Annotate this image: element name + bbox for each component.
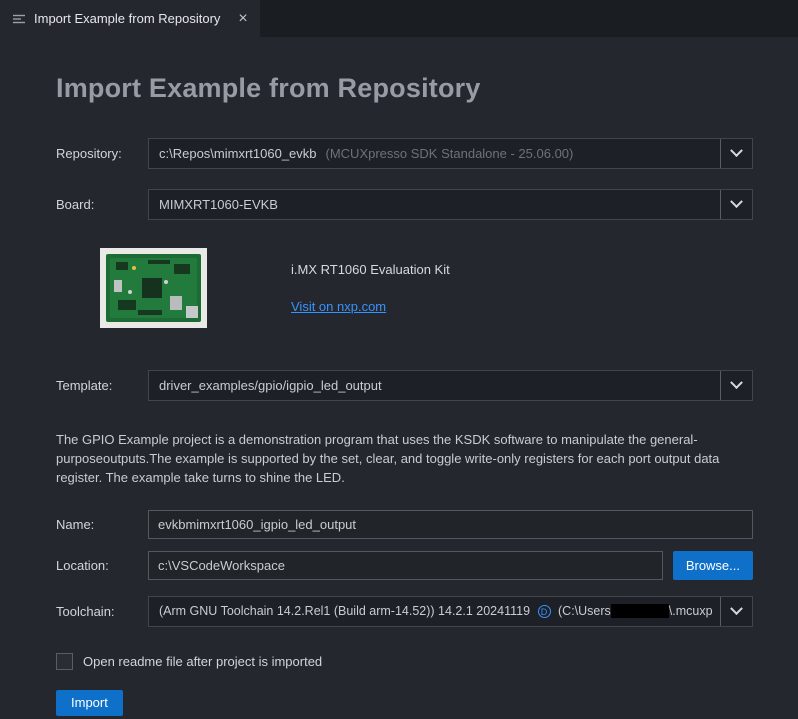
browse-button[interactable]: Browse... bbox=[673, 551, 753, 580]
board-description-block: i.MX RT1060 Evaluation Kit Visit on nxp.… bbox=[291, 248, 450, 316]
template-row: Template: driver_examples/gpio/igpio_led… bbox=[56, 370, 753, 401]
toolchain-label: Toolchain: bbox=[56, 604, 148, 619]
chevron-down-icon[interactable] bbox=[720, 139, 752, 168]
nxp-link[interactable]: Visit on nxp.com bbox=[291, 299, 386, 314]
name-input[interactable] bbox=[148, 510, 753, 539]
toolchain-value: (Arm GNU Toolchain 14.2.Rel1 (Build arm-… bbox=[159, 604, 713, 619]
template-dropdown[interactable]: driver_examples/gpio/igpio_led_output bbox=[148, 370, 753, 401]
board-row: Board: MIMXRT1060-EVKB bbox=[56, 189, 753, 220]
chevron-down-icon[interactable] bbox=[720, 371, 752, 400]
form-list-icon bbox=[12, 12, 26, 26]
name-label: Name: bbox=[56, 517, 148, 532]
toolchain-row: Toolchain: (Arm GNU Toolchain 14.2.Rel1 … bbox=[56, 596, 753, 627]
template-label: Template: bbox=[56, 378, 148, 393]
board-value: MIMXRT1060-EVKB bbox=[159, 197, 278, 212]
board-kit-name: i.MX RT1060 Evaluation Kit bbox=[291, 262, 450, 277]
example-description: The GPIO Example project is a demonstrat… bbox=[56, 431, 753, 488]
board-image bbox=[100, 248, 207, 328]
location-label: Location: bbox=[56, 558, 148, 573]
repository-label: Repository: bbox=[56, 146, 148, 161]
page-title: Import Example from Repository bbox=[56, 73, 753, 104]
repository-hint: (MCUXpresso SDK Standalone - 25.06.00) bbox=[326, 146, 574, 161]
location-row: Location: Browse... bbox=[56, 551, 753, 580]
repository-value: c:\Repos\mimxrt1060_evkb bbox=[159, 146, 317, 161]
tab-title: Import Example from Repository bbox=[34, 11, 220, 26]
chevron-down-icon[interactable] bbox=[720, 597, 752, 626]
readme-checkbox-row: Open readme file after project is import… bbox=[56, 653, 753, 670]
toolchain-info-icon: D bbox=[538, 605, 551, 618]
tab-import-example[interactable]: Import Example from Repository × bbox=[0, 0, 260, 37]
toolchain-dropdown[interactable]: (Arm GNU Toolchain 14.2.Rel1 (Build arm-… bbox=[148, 596, 753, 627]
tab-close-icon[interactable]: × bbox=[238, 11, 247, 27]
redacted-username bbox=[611, 604, 669, 618]
name-row: Name: bbox=[56, 510, 753, 539]
readme-checkbox-label: Open readme file after project is import… bbox=[83, 654, 322, 669]
readme-checkbox[interactable] bbox=[56, 653, 73, 670]
import-example-panel: Import Example from Repository Repositor… bbox=[0, 37, 798, 716]
tab-bar: Import Example from Repository × bbox=[0, 0, 798, 37]
board-label: Board: bbox=[56, 197, 148, 212]
template-value: driver_examples/gpio/igpio_led_output bbox=[159, 378, 382, 393]
repository-row: Repository: c:\Repos\mimxrt1060_evkb (MC… bbox=[56, 138, 753, 169]
board-dropdown[interactable]: MIMXRT1060-EVKB bbox=[148, 189, 753, 220]
repository-dropdown[interactable]: c:\Repos\mimxrt1060_evkb (MCUXpresso SDK… bbox=[148, 138, 753, 169]
import-button[interactable]: Import bbox=[56, 690, 123, 716]
location-input[interactable] bbox=[148, 551, 663, 580]
chevron-down-icon[interactable] bbox=[720, 190, 752, 219]
board-info-section: i.MX RT1060 Evaluation Kit Visit on nxp.… bbox=[100, 248, 753, 328]
